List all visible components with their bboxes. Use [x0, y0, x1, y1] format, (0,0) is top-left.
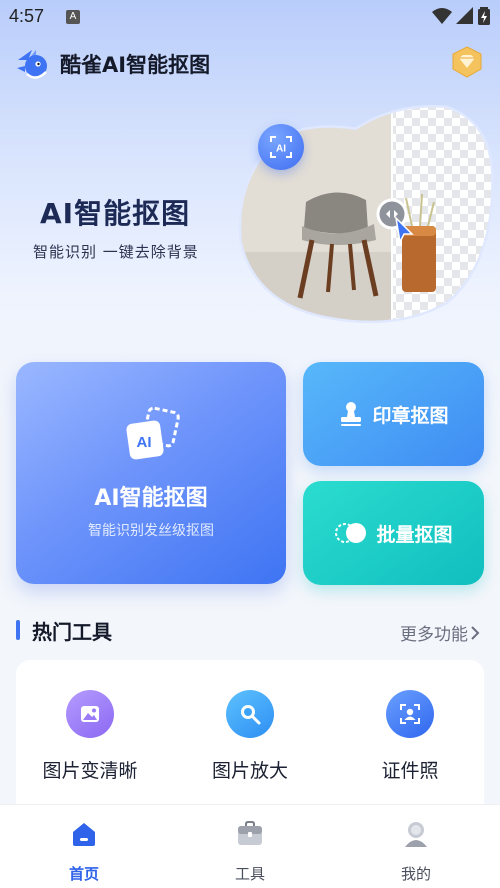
vip-diamond-icon[interactable] — [450, 45, 484, 79]
tab-tools[interactable]: 工具 — [200, 819, 300, 884]
tab-profile[interactable]: 我的 — [366, 819, 466, 884]
app-header: 酷雀AI智能抠图 — [14, 44, 210, 84]
ai-scan-badge: AI — [258, 124, 304, 170]
batch-cutout-label: 批量抠图 — [376, 523, 453, 546]
tool-label: 图片变清晰 — [42, 760, 138, 782]
magnifier-icon — [226, 690, 274, 738]
section-title: 热门工具 — [32, 620, 112, 644]
tool-label: 图片放大 — [211, 760, 288, 782]
wifi-icon — [432, 8, 452, 24]
toggle-icon — [335, 523, 367, 543]
tab-home[interactable]: 首页 — [34, 819, 134, 884]
home-icon — [73, 823, 95, 846]
more-features-label: 更多功能 — [400, 625, 468, 645]
section-accent-bar — [16, 620, 20, 640]
bird-logo-icon — [14, 46, 50, 82]
hot-tools-panel: 图片变清晰 图片放大 证件照 — [16, 660, 484, 810]
tab-home-label: 首页 — [68, 865, 99, 883]
profile-icon — [405, 822, 427, 847]
ai-cutout-subtitle: 智能识别发丝级抠图 — [88, 523, 214, 539]
batch-cutout-card[interactable]: 批量抠图 — [303, 481, 484, 585]
status-time: 4:57 — [9, 6, 45, 26]
chevron-right-icon — [471, 625, 480, 640]
image-enhance-icon — [66, 690, 114, 738]
tool-image-enhance[interactable]: 图片变清晰 — [20, 690, 160, 783]
hero-subtitle: 智能识别 一键去除背景 — [33, 243, 199, 261]
tool-id-photo[interactable]: 证件照 — [340, 690, 480, 783]
hero-title: AI智能抠图 — [40, 197, 191, 230]
signal-icon — [456, 7, 473, 24]
notification-app-icon: A — [66, 10, 80, 24]
tab-tools-label: 工具 — [234, 865, 265, 883]
tool-image-upscale[interactable]: 图片放大 — [180, 690, 320, 783]
stamp-cutout-label: 印章抠图 — [372, 404, 449, 427]
id-photo-icon — [386, 690, 434, 738]
ai-cutout-card[interactable]: AI AI智能抠图 智能识别发丝级抠图 — [16, 362, 286, 584]
ai-cutout-title: AI智能抠图 — [94, 486, 208, 511]
more-features-link[interactable]: 更多功能 — [400, 620, 480, 645]
status-indicators — [432, 7, 490, 25]
tab-profile-label: 我的 — [400, 865, 431, 883]
toolbox-icon — [238, 821, 262, 845]
stamp-cutout-card[interactable]: 印章抠图 — [303, 362, 484, 466]
ai-cards-icon: AI — [122, 406, 182, 466]
status-bar: 4:57 A — [0, 0, 500, 34]
stamp-icon — [341, 402, 362, 426]
ai-badge-text: AI — [276, 144, 286, 155]
app-title: 酷雀AI智能抠图 — [60, 53, 211, 77]
ai-icon-text: AI — [137, 434, 152, 451]
battery-icon — [478, 7, 490, 25]
tool-label: 证件照 — [381, 760, 439, 782]
bottom-tab-bar: 首页 工具 我的 — [0, 804, 500, 888]
